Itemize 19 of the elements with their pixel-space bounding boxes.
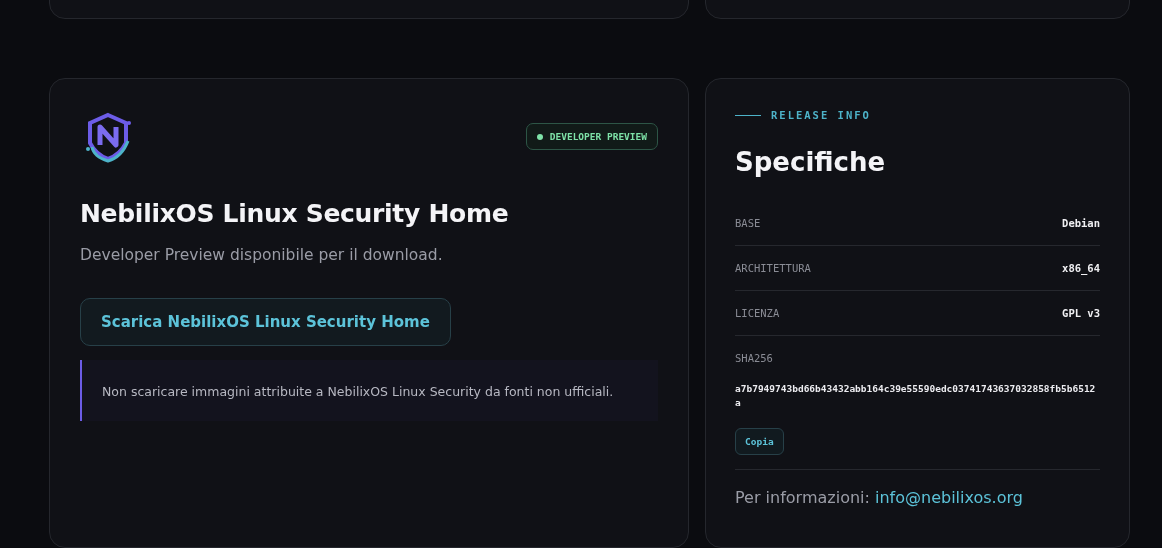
- contact-text: Per informazioni: info@nebilixos.org: [735, 488, 1024, 507]
- eyebrow-label: RELEASE INFO: [771, 109, 871, 121]
- spec-label: ARCHITETTURA: [735, 262, 811, 274]
- card-subtitle: Developer Preview disponibile per il download.: [80, 246, 444, 264]
- download-button[interactable]: Scarica NebilixOS Linux Security Home: [80, 298, 451, 346]
- spec-label: SHA256: [735, 352, 773, 364]
- spec-value: GPL v3: [1062, 307, 1100, 319]
- accent-line: [735, 114, 761, 116]
- copy-button[interactable]: Copia: [735, 428, 784, 455]
- email-link[interactable]: info@nebilixos.org: [875, 488, 1023, 507]
- spec-label: BASE: [735, 217, 761, 229]
- hash-value: a7b7949743bd66b43432abb164c39e55590edc03741743637032858fb5b6512a: [735, 382, 1097, 410]
- warning-text: Non scaricare immagini attribuite a NebilixOS Linux Security da fonti non ufficiali.: [102, 384, 614, 399]
- spec-label: LICENZA: [735, 307, 780, 319]
- spec-value: Debian: [1062, 217, 1100, 229]
- badge-label: DEVELOPER PREVIEW: [549, 131, 647, 142]
- spec-value: x86_64: [1062, 262, 1100, 274]
- card-title: NebilixOS Linux Security Home: [80, 199, 510, 228]
- section-title: Specifiche: [735, 147, 887, 177]
